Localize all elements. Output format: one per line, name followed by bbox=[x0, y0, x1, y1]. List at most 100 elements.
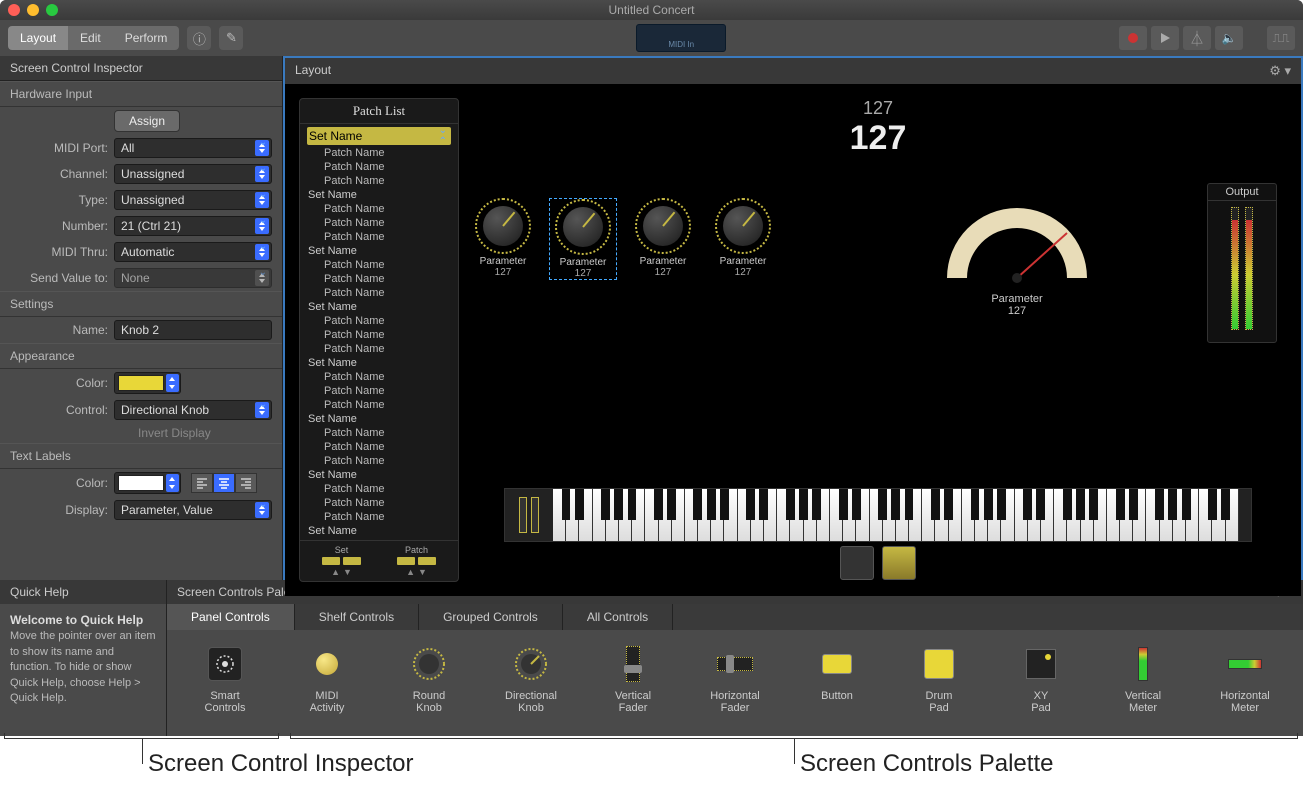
patch-list-patch[interactable]: Patch Name bbox=[306, 258, 452, 272]
app-window: Untitled Concert Layout Edit Perform ⓘ ✎… bbox=[0, 0, 1303, 736]
patch-list-patch[interactable]: Patch Name bbox=[306, 160, 452, 174]
volume-button[interactable] bbox=[1215, 26, 1243, 50]
palette-tab-1[interactable]: Shelf Controls bbox=[295, 604, 419, 630]
metronome-button[interactable]: ⏃ bbox=[1183, 26, 1211, 50]
close-button[interactable] bbox=[8, 4, 20, 16]
invert-checkbox[interactable]: Invert Display bbox=[114, 426, 272, 440]
patch-list-title: Patch List bbox=[300, 99, 458, 124]
keyboard-control[interactable] bbox=[504, 488, 1252, 542]
palette-item-button[interactable]: Button bbox=[799, 644, 875, 702]
align-center-button[interactable] bbox=[213, 473, 235, 493]
assign-button[interactable]: Assign bbox=[114, 110, 180, 132]
palette-item-smart-controls[interactable]: SmartControls bbox=[187, 644, 263, 714]
patch-list-set[interactable]: Set Name bbox=[306, 356, 452, 370]
patch-list-patch[interactable]: Patch Name bbox=[306, 328, 452, 342]
patch-list-patch[interactable]: Patch Name bbox=[306, 496, 452, 510]
hardware-section: Hardware Input bbox=[0, 81, 282, 107]
minimize-button[interactable] bbox=[27, 4, 39, 16]
play-button[interactable] bbox=[1151, 26, 1179, 50]
send-value-select[interactable]: None bbox=[114, 268, 272, 288]
patch-list-patch[interactable]: Patch Name bbox=[306, 384, 452, 398]
mode-layout[interactable]: Layout bbox=[8, 26, 68, 50]
patch-list-patch[interactable]: Patch Name bbox=[306, 314, 452, 328]
palette-item-midi-activity[interactable]: MIDIActivity bbox=[289, 644, 365, 714]
palette-item-round-knob[interactable]: RoundKnob bbox=[391, 644, 467, 714]
midi-port-select[interactable]: All bbox=[114, 138, 272, 158]
patch-next-button[interactable] bbox=[418, 557, 436, 565]
align-right-button[interactable] bbox=[235, 473, 257, 493]
palette-item-horizontal-meter[interactable]: HorizontalMeter bbox=[1207, 644, 1283, 714]
gear-icon[interactable]: ⚙︎ ▾ bbox=[1269, 63, 1291, 79]
record-button[interactable] bbox=[1119, 26, 1147, 50]
palette-tab-3[interactable]: All Controls bbox=[563, 604, 673, 630]
set-prev-button[interactable] bbox=[322, 557, 340, 565]
patch-list-patch[interactable]: Patch Name bbox=[306, 510, 452, 524]
palette-item-xy-pad[interactable]: XYPad bbox=[1003, 644, 1079, 714]
vu-meter[interactable]: Parameter 127 bbox=[937, 198, 1097, 317]
patch-list-patch[interactable]: Patch Name bbox=[306, 216, 452, 230]
palette-tab-2[interactable]: Grouped Controls bbox=[419, 604, 563, 630]
patch-list-set[interactable]: Set Name bbox=[306, 524, 452, 538]
control-select[interactable]: Directional Knob bbox=[114, 400, 272, 420]
knob-3[interactable]: Parameter127 bbox=[629, 198, 697, 280]
palette-item-vertical-fader[interactable]: VerticalFader bbox=[595, 644, 671, 714]
display-select[interactable]: Parameter, Value bbox=[114, 500, 272, 520]
palette-item-drum-pad[interactable]: DrumPad bbox=[901, 644, 977, 714]
knob-4[interactable]: Parameter127 bbox=[709, 198, 777, 280]
align-left-button[interactable] bbox=[191, 473, 213, 493]
text-color-picker[interactable] bbox=[114, 472, 181, 494]
name-label: Name: bbox=[10, 323, 108, 337]
set-next-button[interactable] bbox=[343, 557, 361, 565]
patch-list-set[interactable]: Set Name bbox=[306, 300, 452, 314]
patch-list-patch[interactable]: Patch Name bbox=[306, 202, 452, 216]
palette-tabs: Panel ControlsShelf ControlsGrouped Cont… bbox=[167, 604, 1303, 630]
patch-list-patch[interactable]: Patch Name bbox=[306, 440, 452, 454]
number-select[interactable]: 21 (Ctrl 21) bbox=[114, 216, 272, 236]
edit-icon[interactable]: ✎ bbox=[219, 26, 243, 50]
knob-1[interactable]: Parameter127 bbox=[469, 198, 537, 280]
mode-perform[interactable]: Perform bbox=[113, 26, 180, 50]
patch-list-set[interactable]: Set Name bbox=[306, 188, 452, 202]
patch-list-set[interactable]: Set Name bbox=[306, 244, 452, 258]
quick-help-body: Move the pointer over an item to show it… bbox=[10, 630, 156, 704]
mixer-icon[interactable]: ⎍⎍ bbox=[1267, 26, 1295, 50]
appear-color-label: Color: bbox=[10, 376, 108, 390]
patch-prev-button[interactable] bbox=[397, 557, 415, 565]
patch-nav-buttons: Set ▲▼ Patch ▲▼ bbox=[300, 540, 458, 581]
patch-list-patch[interactable]: Patch Name bbox=[306, 146, 452, 160]
knob-2[interactable]: Parameter127 bbox=[549, 198, 617, 280]
type-select[interactable]: Unassigned bbox=[114, 190, 272, 210]
midi-thru-select[interactable]: Automatic bbox=[114, 242, 272, 262]
patch-list-patch[interactable]: Patch Name bbox=[306, 342, 452, 356]
mode-edit[interactable]: Edit bbox=[68, 26, 113, 50]
zoom-button[interactable] bbox=[46, 4, 58, 16]
layout-canvas[interactable]: 127 127 Parameter127Parameter127Paramete… bbox=[469, 98, 1287, 582]
patch-list-patch[interactable]: Patch Name bbox=[306, 174, 452, 188]
patch-list-patch[interactable]: Patch Name bbox=[306, 272, 452, 286]
channel-select[interactable]: Unassigned bbox=[114, 164, 272, 184]
patch-list-patch[interactable]: Patch Name bbox=[306, 230, 452, 244]
patch-list-patch[interactable]: Patch Name bbox=[306, 370, 452, 384]
pedal-1[interactable] bbox=[840, 546, 874, 580]
info-icon[interactable]: ⓘ bbox=[187, 26, 211, 50]
name-input[interactable] bbox=[114, 320, 272, 340]
patch-list-set[interactable]: Set Name bbox=[306, 412, 452, 426]
palette-item-vertical-meter[interactable]: VerticalMeter bbox=[1105, 644, 1181, 714]
patch-list-patch[interactable]: Patch Name bbox=[306, 286, 452, 300]
pedals bbox=[840, 546, 916, 580]
pedal-2[interactable] bbox=[882, 546, 916, 580]
palette-item-directional-knob[interactable]: DirectionalKnob bbox=[493, 644, 569, 714]
patch-list-set[interactable]: Set Name bbox=[306, 468, 452, 482]
settings-section: Settings bbox=[0, 291, 282, 317]
output-meter[interactable]: Output bbox=[1207, 183, 1277, 343]
patch-list-patch[interactable]: Patch Name bbox=[306, 426, 452, 440]
patch-list-set[interactable]: Set Name bbox=[306, 126, 452, 146]
patch-list-patch[interactable]: Patch Name bbox=[306, 482, 452, 496]
patch-list-patch[interactable]: Patch Name bbox=[306, 454, 452, 468]
palette-item-horizontal-fader[interactable]: HorizontalFader bbox=[697, 644, 773, 714]
palette-tab-0[interactable]: Panel Controls bbox=[167, 604, 295, 630]
patch-list[interactable]: Set NamePatch NamePatch NamePatch NameSe… bbox=[300, 124, 458, 540]
color-picker[interactable] bbox=[114, 372, 181, 394]
patch-list-patch[interactable]: Patch Name bbox=[306, 398, 452, 412]
annotation-right: Screen Controls Palette bbox=[800, 750, 1053, 778]
